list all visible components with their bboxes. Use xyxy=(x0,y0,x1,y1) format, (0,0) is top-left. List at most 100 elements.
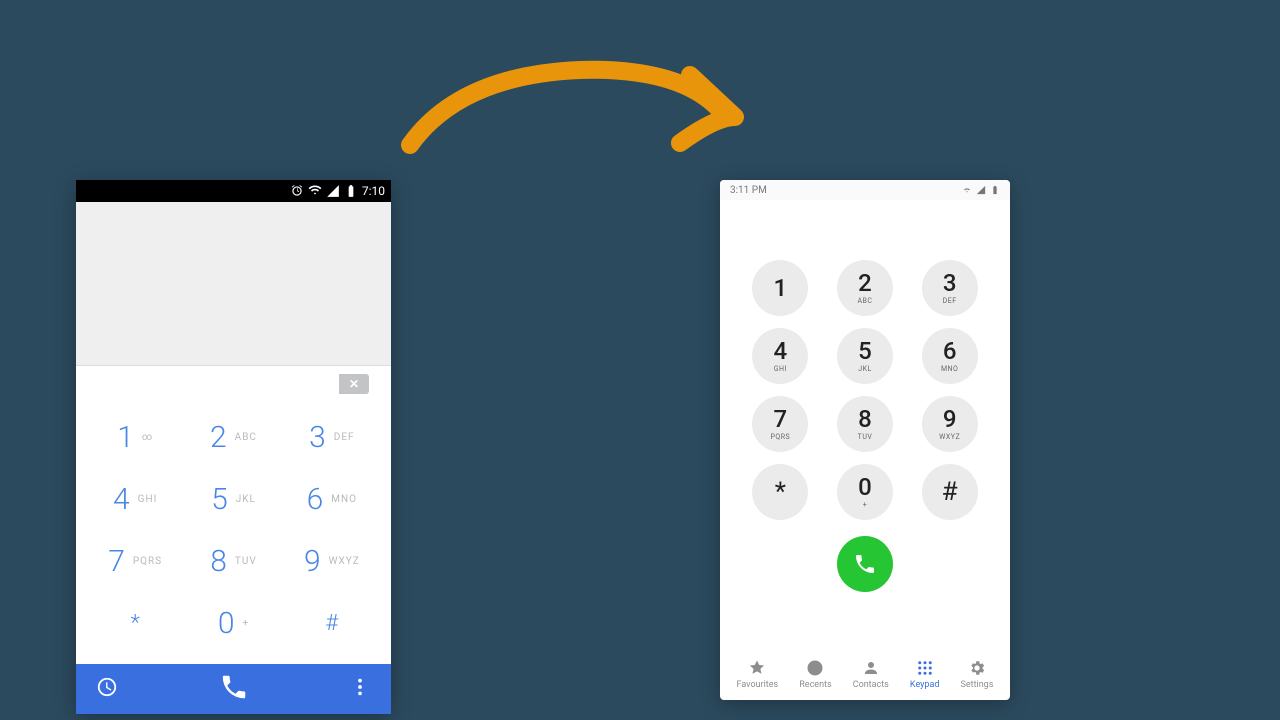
key-digit: 5 xyxy=(211,482,228,517)
key-digit: 5 xyxy=(858,339,872,363)
key-digit: 4 xyxy=(113,482,130,517)
key-digit: 6 xyxy=(943,339,957,363)
dialpad: 1∞2ABC3DEF4GHI5JKL6MNO7PQRS8TUV9WXYZ*0+# xyxy=(76,402,391,658)
call-button[interactable] xyxy=(837,536,893,592)
key-digit: # xyxy=(942,479,958,505)
nav-keypad[interactable]: Keypad xyxy=(910,659,940,690)
key-letters: GHI xyxy=(138,494,158,505)
wifi-icon xyxy=(962,185,972,195)
status-time: 7:10 xyxy=(362,184,385,198)
key-6[interactable]: 6MNO xyxy=(283,468,381,530)
clock-icon xyxy=(806,659,824,677)
key-letters: DEF xyxy=(943,297,957,305)
key-digit: 1 xyxy=(117,420,134,455)
key-#[interactable]: # xyxy=(922,464,978,520)
wifi-icon xyxy=(308,184,322,198)
new-dialer-screen: 3:11 PM 1 2 ABC 3 DEF 4GHI 5 JKL 6 MNO 7 PQRS 8 TUV 9 W… xyxy=(720,180,1010,700)
key-digit: 3 xyxy=(309,420,326,455)
signal-icon xyxy=(976,185,986,195)
nav-label: Keypad xyxy=(910,680,940,690)
dialpad: 1 2 ABC 3 DEF 4GHI 5 JKL 6 MNO 7 PQRS 8 TUV 9 WXYZ * 0+ # xyxy=(720,260,1010,520)
key-digit: * xyxy=(130,611,139,636)
key-letters: + xyxy=(242,618,249,629)
bottom-nav: Favourites Recents Contacts Keypad Settings xyxy=(720,648,1010,700)
key-5[interactable]: 5 JKL xyxy=(184,468,282,530)
bottom-bar xyxy=(76,664,391,714)
key-digit: 2 xyxy=(210,420,227,455)
key-letters: MNO xyxy=(941,365,958,373)
key-7[interactable]: 7 PQRS xyxy=(752,396,808,452)
nav-recents[interactable]: Recents xyxy=(799,659,831,690)
key-4[interactable]: 4GHI xyxy=(752,328,808,384)
grid-icon xyxy=(916,659,934,677)
status-bar: 7:10 xyxy=(76,180,391,202)
key-digit: 7 xyxy=(774,407,788,431)
key-2[interactable]: 2 ABC xyxy=(184,406,282,468)
key-letters: JKL xyxy=(858,365,872,373)
key-*[interactable]: * xyxy=(752,464,808,520)
key-1[interactable]: 1∞ xyxy=(86,406,184,468)
status-bar: 3:11 PM xyxy=(720,180,1010,200)
key-7[interactable]: 7PQRS xyxy=(86,530,184,592)
key-letters: ∞ xyxy=(142,432,153,443)
history-button[interactable] xyxy=(96,676,118,702)
nav-settings[interactable]: Settings xyxy=(961,659,994,690)
alarm-icon xyxy=(290,184,304,198)
key-digit: 4 xyxy=(774,339,788,363)
key-letters: TUV xyxy=(235,556,257,567)
key-letters: JKL xyxy=(236,494,256,505)
key-letters: ABC xyxy=(857,297,872,305)
key-9[interactable]: 9 WXYZ xyxy=(922,396,978,452)
more-button[interactable] xyxy=(349,676,371,702)
key-0[interactable]: 0+ xyxy=(837,464,893,520)
battery-icon xyxy=(990,185,1000,195)
status-time: 3:11 PM xyxy=(730,185,767,196)
key-digit: 8 xyxy=(858,407,872,431)
key-digit: 8 xyxy=(210,544,227,579)
nav-contacts[interactable]: Contacts xyxy=(853,659,889,690)
backspace-button[interactable]: ✕ xyxy=(339,374,369,394)
key-digit: * xyxy=(775,479,786,505)
key-letters: ABC xyxy=(235,432,257,443)
key-digit: 1 xyxy=(774,276,788,300)
old-dialer-screen: 7:10 ✕ 1∞2ABC3DEF4GHI5JKL6MNO7PQRS8TUV9W… xyxy=(76,180,391,714)
key-6[interactable]: 6 MNO xyxy=(922,328,978,384)
key-letters: TUV xyxy=(858,433,873,441)
call-button[interactable] xyxy=(219,672,249,706)
key-1[interactable]: 1 xyxy=(752,260,808,316)
nav-favourites[interactable]: Favourites xyxy=(737,659,779,690)
nav-label: Settings xyxy=(961,680,994,690)
key-digit: 9 xyxy=(304,544,321,579)
key-0[interactable]: 0+ xyxy=(184,592,282,654)
key-digit: 9 xyxy=(943,407,957,431)
key-letters: PQRS xyxy=(770,433,790,441)
key-8[interactable]: 8 TUV xyxy=(184,530,282,592)
key-letters: + xyxy=(863,501,867,509)
key-letters: DEF xyxy=(334,432,355,443)
key-digit: 2 xyxy=(858,271,872,295)
key-digit: 7 xyxy=(108,544,125,579)
nav-label: Recents xyxy=(799,680,831,690)
key-digit: # xyxy=(325,611,338,636)
star-icon xyxy=(748,659,766,677)
key-8[interactable]: 8 TUV xyxy=(837,396,893,452)
nav-label: Contacts xyxy=(853,680,889,690)
key-4[interactable]: 4 GHI xyxy=(86,468,184,530)
number-display xyxy=(76,202,391,366)
key-*[interactable]: * xyxy=(86,592,184,654)
key-#[interactable]: # xyxy=(283,592,381,654)
key-5[interactable]: 5 JKL xyxy=(837,328,893,384)
key-3[interactable]: 3 DEF xyxy=(283,406,381,468)
key-2[interactable]: 2 ABC xyxy=(837,260,893,316)
key-letters: WXYZ xyxy=(329,556,360,567)
gear-icon xyxy=(968,659,986,677)
delete-row: ✕ xyxy=(76,366,391,402)
person-icon xyxy=(862,659,880,677)
key-letters: WXYZ xyxy=(939,433,960,441)
battery-icon xyxy=(344,184,358,198)
key-9[interactable]: 9 WXYZ xyxy=(283,530,381,592)
signal-icon xyxy=(326,184,340,198)
key-3[interactable]: 3 DEF xyxy=(922,260,978,316)
key-digit: 6 xyxy=(307,482,324,517)
key-digit: 3 xyxy=(943,271,957,295)
